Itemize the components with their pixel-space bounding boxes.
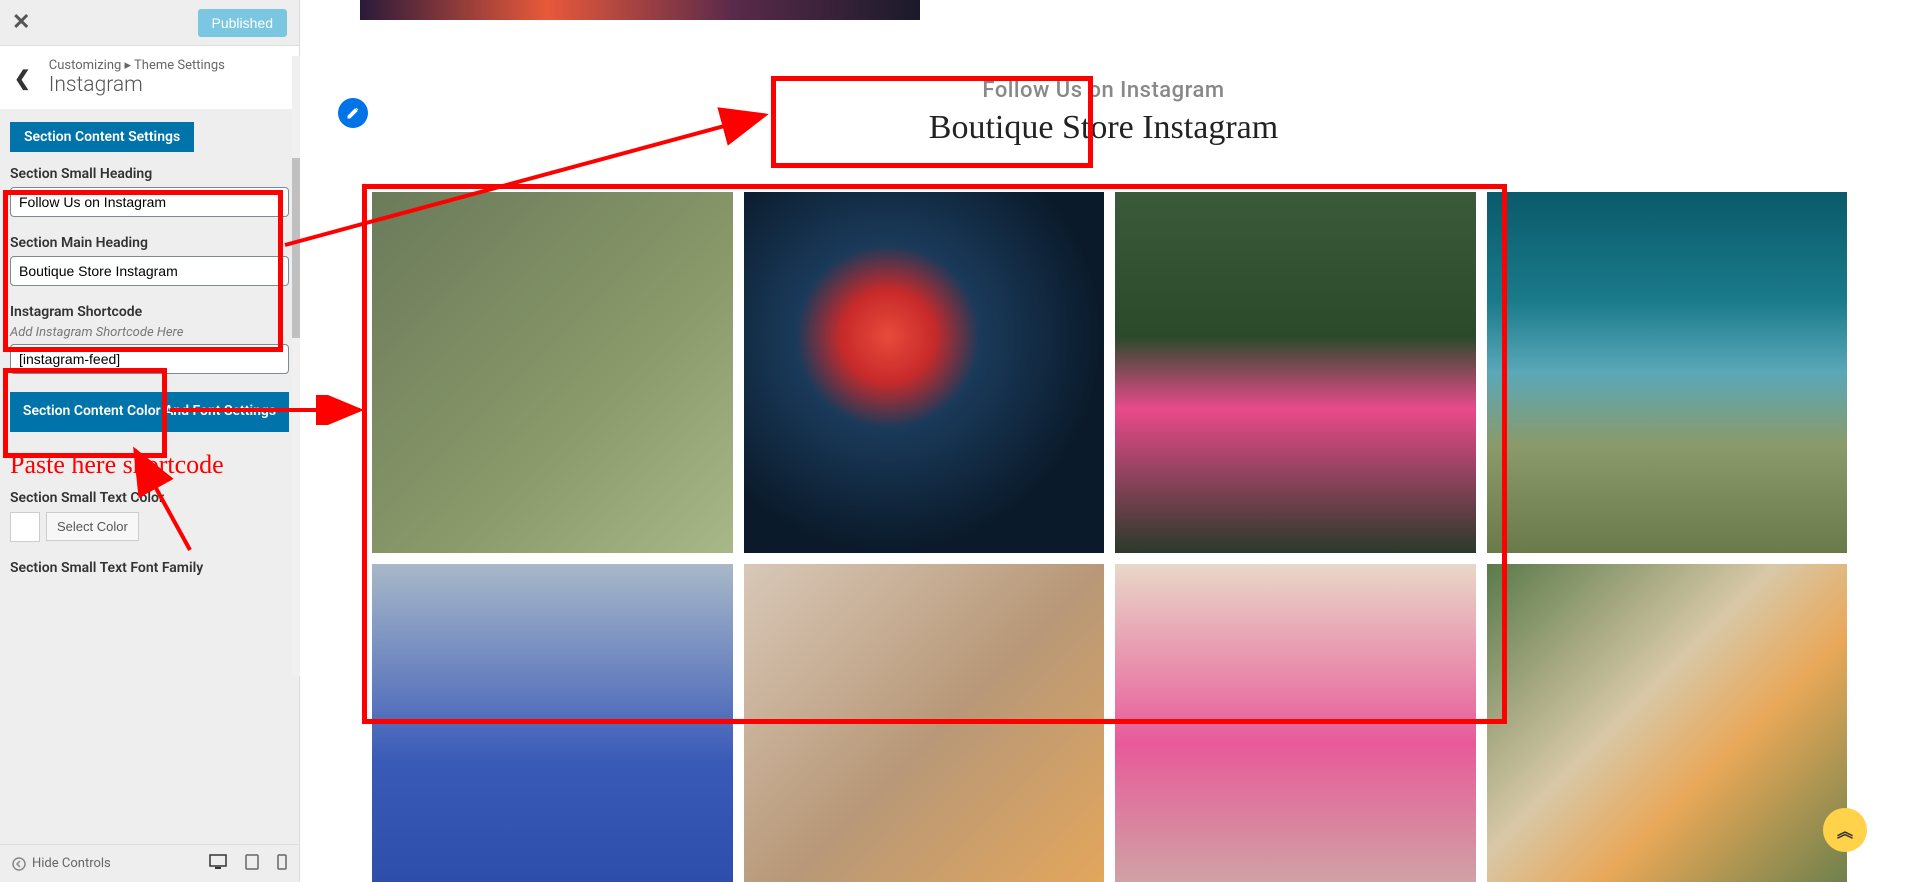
- device-switcher: [209, 854, 287, 874]
- instagram-image[interactable]: [1115, 564, 1476, 882]
- small-heading-input[interactable]: [10, 187, 289, 217]
- edit-section-button[interactable]: [338, 98, 368, 128]
- instagram-image[interactable]: [1487, 564, 1848, 882]
- hide-controls-button[interactable]: Hide Controls: [12, 856, 111, 871]
- breadcrumb-text: Customizing ▸ Theme Settings Instagram: [49, 58, 285, 97]
- annotation-paste-here: Paste here shortcode: [10, 450, 289, 480]
- small-text-color-label: Section Small Text Color: [10, 490, 289, 506]
- shortcode-label: Instagram Shortcode: [10, 304, 289, 320]
- small-heading-field: Section Small Heading: [10, 166, 289, 217]
- tablet-icon[interactable]: [245, 854, 259, 874]
- preview-main-heading: Boutique Store Instagram: [929, 109, 1278, 147]
- section-body: Section Content Settings Section Small H…: [0, 110, 299, 844]
- chevron-left-icon: [12, 857, 26, 871]
- breadcrumb-path: Customizing ▸ Theme Settings: [49, 58, 285, 73]
- instagram-image[interactable]: [744, 564, 1105, 882]
- page-title: Instagram: [49, 73, 285, 97]
- section-heading: Follow Us on Instagram Boutique Store In…: [929, 78, 1278, 147]
- color-swatch[interactable]: [10, 512, 40, 542]
- small-heading-label: Section Small Heading: [10, 166, 289, 182]
- select-color-button[interactable]: Select Color: [46, 512, 139, 541]
- shortcode-help: Add Instagram Shortcode Here: [10, 325, 289, 340]
- hide-controls-label: Hide Controls: [32, 856, 111, 871]
- scroll-to-top-button[interactable]: ︽: [1823, 808, 1867, 852]
- instagram-image[interactable]: [1115, 192, 1476, 553]
- breadcrumb-root: Customizing: [49, 58, 122, 73]
- close-icon[interactable]: ✕: [12, 10, 30, 35]
- font-family-field: Section Small Text Font Family: [10, 560, 289, 576]
- main-heading-input[interactable]: [10, 256, 289, 286]
- double-chevron-up-icon: ︽: [1837, 818, 1853, 842]
- sidebar-scrollbar-thumb[interactable]: [292, 158, 300, 338]
- small-text-color-field: Section Small Text Color Select Color: [10, 490, 289, 542]
- section-content-settings-header: Section Content Settings: [10, 122, 194, 152]
- customizer-sidebar: ✕ Published ❮ Customizing ▸ Theme Settin…: [0, 0, 300, 882]
- hero-image: [360, 0, 920, 20]
- desktop-icon[interactable]: [209, 854, 227, 874]
- instagram-grid: [372, 192, 1847, 882]
- instagram-image[interactable]: [372, 564, 733, 882]
- shortcode-input[interactable]: [10, 344, 289, 374]
- main-heading-label: Section Main Heading: [10, 235, 289, 251]
- shortcode-field: Instagram Shortcode Add Instagram Shortc…: [10, 304, 289, 374]
- preview-pane: Follow Us on Instagram Boutique Store In…: [300, 0, 1907, 882]
- preview-small-heading: Follow Us on Instagram: [929, 78, 1278, 103]
- instagram-image[interactable]: [744, 192, 1105, 553]
- instagram-image[interactable]: [1487, 192, 1848, 553]
- published-button[interactable]: Published: [198, 9, 288, 37]
- pencil-icon: [346, 106, 360, 120]
- sidebar-footer: Hide Controls: [0, 844, 299, 882]
- main-heading-field: Section Main Heading: [10, 235, 289, 286]
- sidebar-top-bar: ✕ Published: [0, 0, 299, 46]
- breadcrumb-section: Theme Settings: [134, 58, 225, 73]
- mobile-icon[interactable]: [277, 854, 287, 874]
- instagram-image[interactable]: [372, 192, 733, 553]
- back-icon[interactable]: ❮: [14, 66, 31, 90]
- font-family-label: Section Small Text Font Family: [10, 560, 289, 576]
- color-font-settings-header: Section Content Color And Font Settings: [10, 392, 289, 432]
- chevron-right-icon: ▸: [125, 58, 132, 73]
- breadcrumb: ❮ Customizing ▸ Theme Settings Instagram: [0, 46, 299, 110]
- sidebar-scrollbar-track: [292, 56, 300, 676]
